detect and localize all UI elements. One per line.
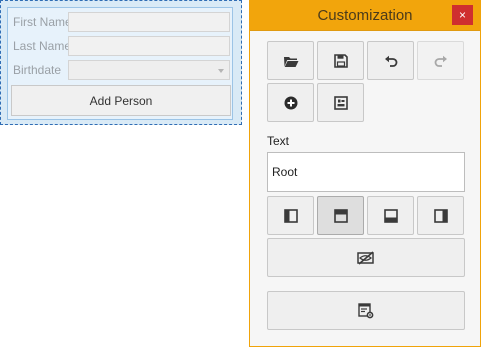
floppy-disk-icon: [333, 53, 348, 68]
last-name-row: Last Name: [11, 35, 231, 57]
hide-label-icon: [357, 250, 374, 265]
undo-button[interactable]: [367, 41, 414, 80]
label-right-icon: [433, 208, 448, 223]
redo-button[interactable]: [417, 41, 464, 80]
close-button[interactable]: ×: [452, 5, 473, 25]
label-left-icon: [283, 208, 298, 223]
label-position-left-button[interactable]: [267, 196, 314, 235]
label-position-right-button[interactable]: [417, 196, 464, 235]
add-item-button[interactable]: [267, 83, 314, 122]
folder-icon: [283, 56, 298, 67]
undo-icon: [384, 55, 397, 67]
redo-icon: [434, 55, 447, 67]
birthdate-picker[interactable]: [68, 60, 230, 80]
properties-icon: [358, 302, 374, 318]
birthdate-row: Birthdate: [11, 59, 231, 81]
birthdate-label: Birthdate: [13, 63, 62, 77]
first-name-field[interactable]: [68, 12, 230, 32]
chevron-down-icon[interactable]: [218, 69, 224, 73]
customization-window: Customization × Text Root: [249, 0, 481, 347]
text-property-input[interactable]: Root: [267, 152, 465, 192]
label-top-icon: [333, 208, 348, 223]
plus-circle-icon: [284, 96, 297, 109]
properties-button[interactable]: [267, 291, 465, 330]
first-name-label: First Name: [13, 15, 72, 29]
add-person-button[interactable]: Add Person: [11, 85, 231, 116]
person-form: First Name Last Name Birthdate Add Perso…: [7, 7, 233, 120]
open-folder-button[interactable]: [267, 41, 314, 80]
layout-root-selection[interactable]: First Name Last Name Birthdate Add Perso…: [0, 0, 242, 125]
label-position-top-button[interactable]: [317, 196, 364, 235]
last-name-label: Last Name: [13, 39, 72, 53]
window-title: Customization: [317, 7, 413, 24]
save-button[interactable]: [317, 41, 364, 80]
text-property-label: Text: [267, 134, 290, 148]
last-name-field[interactable]: [68, 36, 230, 56]
hide-label-button[interactable]: [267, 238, 465, 277]
close-icon: ×: [458, 8, 466, 22]
label-position-bottom-button[interactable]: [367, 196, 414, 235]
layout-item-icon: [333, 95, 348, 110]
layout-item-button[interactable]: [317, 83, 364, 122]
title-bar[interactable]: Customization ×: [250, 0, 480, 31]
first-name-row: First Name: [11, 11, 231, 33]
label-bottom-icon: [383, 208, 398, 223]
